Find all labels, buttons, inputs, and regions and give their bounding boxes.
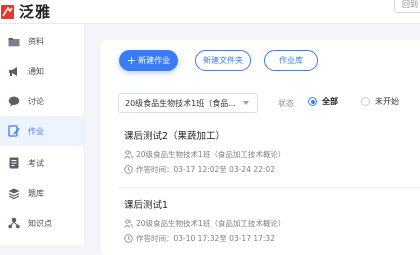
class-select[interactable]: 20级食品生物技术1班（食品... — [118, 93, 258, 113]
homework-item[interactable]: 课后测试1 20级食品生物技术1班（食品加工技术概论） 作答时间：03-10 1… — [124, 199, 420, 244]
sidebar-item-exam[interactable]: 考试 — [0, 148, 84, 178]
radio-icon — [308, 97, 317, 106]
divider — [118, 187, 420, 188]
sidebar-item-label: 知识点 — [28, 218, 52, 228]
homework-title[interactable]: 课后测试1 — [124, 199, 420, 212]
homework-library-button[interactable]: 作业库 — [264, 50, 318, 71]
logo-mark-icon — [1, 4, 14, 19]
chat-bubble-icon — [8, 95, 20, 107]
homework-class-line: 20级食品生物技术1班（食品加工技术概论） — [124, 148, 420, 160]
app-name: 泛雅 — [19, 3, 52, 21]
sidebar: 资料 通知 讨论 作业 考试 题库 知识点 — [0, 24, 85, 245]
sidebar-item-discussion[interactable]: 讨论 — [0, 86, 84, 116]
status-radio-not-started[interactable]: 未开始 — [361, 96, 399, 107]
sidebar-item-label: 通知 — [28, 66, 44, 76]
sidebar-item-knowledge-points[interactable]: 知识点 — [0, 208, 84, 238]
top-right-button[interactable]: 回到 — [394, 0, 420, 13]
top-bar: 泛雅 回到 — [0, 0, 420, 24]
megaphone-icon — [8, 65, 20, 77]
status-option-label: 全部 — [322, 97, 338, 106]
new-folder-button[interactable]: 新建文件夹 — [195, 50, 251, 71]
homework-time-line: 作答时间：03-10 17:32至 03-17 17:32 — [124, 232, 420, 244]
clock-icon — [124, 164, 133, 174]
new-homework-label: 新建作业 — [138, 56, 171, 65]
chevron-down-icon — [243, 101, 249, 105]
app-logo[interactable]: 泛雅 — [0, 0, 51, 23]
sidebar-item-question-bank[interactable]: 题库 — [0, 178, 84, 208]
homework-time-line: 作答时间：03-17 12:02至 03-24 22:02 — [124, 163, 420, 175]
sidebar-item-label: 讨论 — [28, 96, 44, 106]
status-option-label: 未开始 — [375, 97, 399, 106]
sidebar-item-label: 考试 — [28, 158, 44, 168]
homework-class: 20级食品生物技术1班（食品加工技术概论） — [136, 149, 286, 159]
new-homework-button[interactable]: + 新建作业 — [119, 50, 178, 71]
homework-item[interactable]: 课后测试2（果蔬加工） 20级食品生物技术1班（食品加工技术概论） 作答时间：0… — [124, 130, 420, 175]
class-select-value: 20级食品生物技术1班（食品... — [125, 98, 236, 108]
people-icon — [124, 149, 133, 159]
status-radio-all[interactable]: 全部 — [308, 96, 338, 107]
sidebar-item-homework[interactable]: 作业 — [0, 116, 84, 146]
homework-title[interactable]: 课后测试2（果蔬加工） — [124, 130, 420, 143]
edit-document-icon — [8, 125, 20, 137]
sidebar-item-notices[interactable]: 通知 — [0, 56, 84, 86]
radio-icon — [361, 97, 370, 106]
sidebar-item-materials[interactable]: 资料 — [0, 26, 84, 56]
stack-icon — [8, 187, 20, 199]
homework-class-line: 20级食品生物技术1班（食品加工技术概论） — [124, 217, 420, 229]
sidebar-item-label: 题库 — [28, 188, 44, 198]
knowledge-node-icon — [8, 217, 20, 229]
clock-icon — [124, 233, 133, 243]
exam-document-icon — [8, 157, 20, 169]
homework-time: 作答时间：03-17 12:02至 03-24 22:02 — [136, 164, 275, 174]
folder-icon — [8, 35, 20, 47]
sidebar-item-label: 作业 — [28, 126, 44, 136]
homework-time: 作答时间：03-10 17:32至 03-17 17:32 — [136, 233, 275, 243]
homework-panel: + 新建作业 新建文件夹 作业库 20级食品生物技术1班（食品... 状态 全部… — [101, 40, 420, 255]
plus-icon: + — [126, 53, 137, 67]
homework-class: 20级食品生物技术1班（食品加工技术概论） — [136, 218, 286, 228]
sidebar-item-label: 资料 — [28, 36, 44, 46]
people-icon — [124, 218, 133, 228]
status-label: 状态 — [278, 99, 294, 108]
